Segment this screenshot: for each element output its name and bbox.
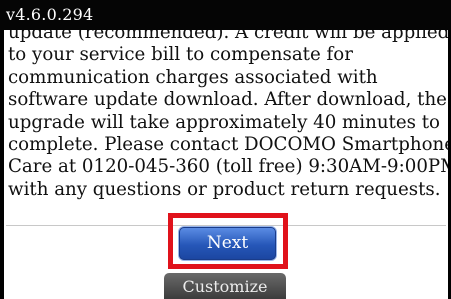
message-line: complete. Please contact DOCOMO Smartpho… (8, 134, 448, 156)
message-line: software update download. After download… (8, 89, 447, 111)
message-line: with any questions or product return req… (8, 178, 441, 200)
update-message: update (recommended). A credit will be a… (8, 30, 448, 201)
version-label: v4.6.0.294 (0, 0, 451, 30)
message-line: Care at 0120-045-360 (toll free) 9:30AM-… (8, 156, 448, 178)
message-line: communication charges associated with (8, 66, 378, 88)
next-button[interactable]: Next (179, 227, 276, 260)
message-line: update (recommended). A credit will be a… (8, 30, 448, 43)
message-line: upgrade will take approximately 40 minut… (8, 111, 440, 133)
update-screen: v4.6.0.294 update (recommended). A credi… (0, 0, 451, 299)
customize-button[interactable]: Customize (164, 273, 286, 299)
message-line: to your service bill to compensate for (8, 44, 353, 66)
